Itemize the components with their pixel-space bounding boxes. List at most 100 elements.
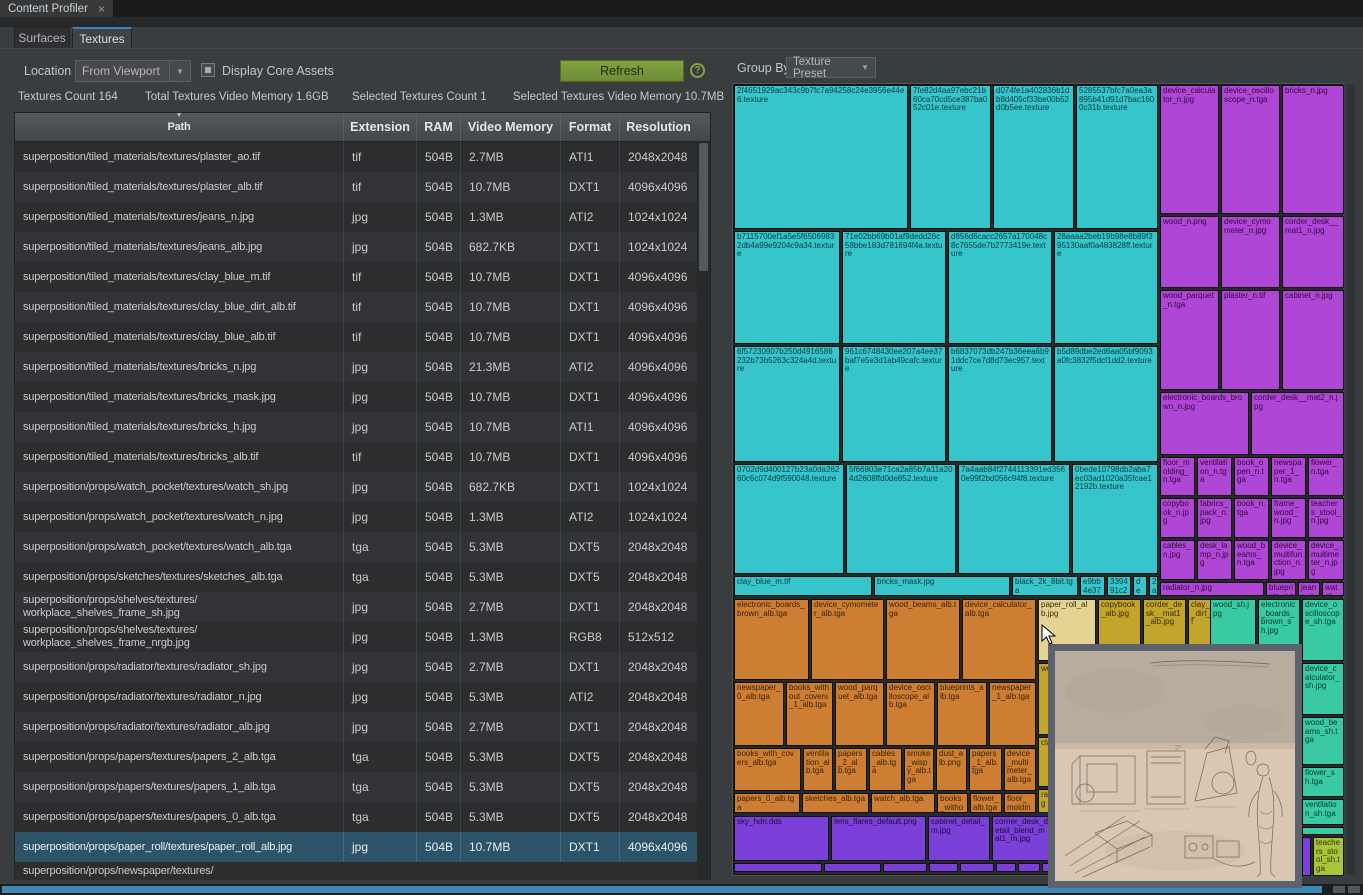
treemap-cell[interactable]: device_multifunction_n.jpg <box>1271 540 1306 580</box>
treemap-scroll-strip[interactable] <box>1347 84 1355 875</box>
treemap-cell[interactable]: 2a <box>1149 576 1158 596</box>
treemap-cell[interactable]: desk_lamp_n.jpg <box>1197 540 1232 580</box>
table-row[interactable]: superposition/props/papers/textures/pape… <box>15 772 698 802</box>
treemap-cell[interactable]: teachers_stool_sh.tga <box>1313 837 1344 876</box>
table-row[interactable]: superposition/tiled_materials/textures/b… <box>15 412 698 442</box>
table-row[interactable]: superposition/props/shelves/textures/ wo… <box>15 592 698 622</box>
table-vertical-scrollbar[interactable] <box>697 142 710 880</box>
treemap-cell[interactable]: ventilation_sh.tga <box>1302 799 1344 825</box>
display-core-assets-checkbox[interactable] <box>201 63 215 77</box>
table-row[interactable]: superposition/tiled_materials/textures/j… <box>15 202 698 232</box>
treemap-cell[interactable] <box>929 863 958 872</box>
table-row[interactable]: superposition/props/papers/textures/pape… <box>15 802 698 832</box>
treemap-cell[interactable]: newspaper_1_n.tga <box>1271 457 1306 496</box>
treemap-cell[interactable]: books_without_covers_1_alb.tga <box>786 682 833 746</box>
tab-textures[interactable]: Textures <box>72 27 132 48</box>
column-header-format[interactable]: Format <box>561 113 620 141</box>
treemap-cell[interactable]: device_calculator_alb.tga <box>962 599 1036 680</box>
treemap-cell[interactable]: sketches_alb.tga <box>802 793 869 813</box>
table-row[interactable]: superposition/props/watch_pocket/texture… <box>15 472 698 502</box>
treemap-cell[interactable]: watch_alb.tga <box>871 793 935 813</box>
treemap-cell[interactable]: clay_blue_m.tif <box>734 576 872 596</box>
treemap-cell[interactable]: wood_beams_alb.tga <box>886 599 960 680</box>
treemap-cell[interactable]: corder_desk__mat1_alb.jpg <box>1143 599 1186 645</box>
treemap-cell[interactable]: 7a4aab84f2744113391ed3560e99f2bd056c94f8… <box>958 464 1070 574</box>
treemap-cell[interactable]: flower_n.tga <box>1308 457 1344 496</box>
table-row[interactable]: superposition/tiled_materials/textures/b… <box>15 442 698 472</box>
treemap-cell[interactable] <box>734 863 822 872</box>
treemap-cell[interactable]: 5285537bfc7a0ea3a895b41d91d7bac1600c31b.… <box>1076 85 1158 229</box>
treemap-cell[interactable]: fabrics_pack_n.jpg <box>1197 498 1232 538</box>
table-row[interactable]: superposition/props/watch_pocket/texture… <box>15 532 698 562</box>
treemap-cell[interactable]: wood_beams_sh.tga <box>1302 717 1344 765</box>
treemap-cell[interactable]: 339491c2580a <box>1107 576 1131 596</box>
treemap-cell[interactable]: corder_desk__mat2_n.jpg <box>1251 392 1344 455</box>
group-by-dropdown[interactable]: Texture Preset ▼ <box>786 57 876 78</box>
treemap-cell[interactable]: device_oscilloscope_n.tga <box>1221 85 1280 214</box>
table-row[interactable]: superposition/tiled_materials/textures/p… <box>15 142 698 172</box>
column-header-extension[interactable]: Extension <box>344 113 417 141</box>
treemap-cell[interactable]: d856d6cacc2657a170048c8c7655de7b2773419e… <box>948 231 1052 344</box>
table-row[interactable]: superposition/props/shelves/textures/ wo… <box>15 622 698 652</box>
treemap-cell[interactable]: dust_alb.png <box>936 748 967 791</box>
treemap-cell[interactable]: cables_n.jpg <box>1160 540 1195 580</box>
treemap-cell[interactable]: book_open_n.tga <box>1234 457 1269 496</box>
treemap-cell[interactable]: floor_molding_alb.tga <box>1004 793 1036 813</box>
treemap-cell[interactable]: corner_desk_detail_blend_mat1_m.jpg <box>992 816 1052 861</box>
treemap-cell[interactable] <box>1018 863 1040 872</box>
table-row[interactable]: superposition/props/radiator/textures/ra… <box>15 682 698 712</box>
treemap-cell[interactable]: cables_alb.tga <box>869 748 902 791</box>
treemap-cell[interactable]: 0bede10798db2aba7ec03ad1020a35fcae12192b… <box>1072 464 1158 574</box>
treemap-cell[interactable]: 961c6748430ee207a4ee37baf7e5e3d1ab49cafc… <box>842 346 946 462</box>
treemap-cell[interactable]: copybook_n.jpg <box>1160 498 1195 538</box>
tab-surfaces[interactable]: Surfaces <box>14 27 70 48</box>
table-row[interactable]: superposition/tiled_materials/textures/c… <box>15 292 698 322</box>
treemap-cell[interactable]: b5d89dbe2ed6aa05bf9093a0fc3832f5dcf1dd2.… <box>1054 346 1158 462</box>
treemap-cell[interactable]: device_cymometer_n.jpg <box>1221 216 1280 288</box>
treemap-cell[interactable]: flower_alb.tga <box>970 793 1002 813</box>
treemap-cell[interactable]: d074fe1a402836b1db8d405cf33be00b52d0b5ee… <box>993 85 1074 229</box>
treemap-cell[interactable] <box>883 863 927 872</box>
treemap-cell[interactable]: device_multimeter_alb.tga <box>1004 748 1036 791</box>
treemap-cell[interactable]: wood_n.png <box>1160 216 1219 288</box>
table-row[interactable]: superposition/props/radiator/textures/ra… <box>15 712 698 742</box>
treemap-cell[interactable]: papers_2_alb.tga <box>835 748 867 791</box>
treemap-cell[interactable] <box>1302 837 1311 876</box>
treemap-cell[interactable]: papers_1_alb.tga <box>969 748 1002 791</box>
treemap-cell[interactable]: b6837073db247b36eea6b91ddc7ce7d8d73ec957… <box>948 346 1052 462</box>
treemap-cell[interactable]: bricks_mask.jpg <box>874 576 1010 596</box>
treemap-cell[interactable]: flower_sh.tga <box>1302 767 1344 797</box>
table-row[interactable]: superposition/tiled_materials/textures/c… <box>15 322 698 352</box>
treemap-cell[interactable]: sky_hdri.dds <box>734 816 829 861</box>
scrollbar-button[interactable] <box>1348 886 1360 893</box>
treemap-cell[interactable]: blueprints_alb.tga <box>937 682 987 746</box>
treemap-cell[interactable]: 28aaaa2beb19b98e8b89f395130aaf0a483828ff… <box>1054 231 1158 344</box>
treemap-cell[interactable]: 6f57230907b250d4916586232b73b5263c324a4d… <box>734 346 840 462</box>
treemap-cell[interactable]: device_oscilloscope_sh.tga <box>1302 599 1344 661</box>
treemap-cell[interactable]: ventilation_n.tga <box>1197 457 1232 496</box>
treemap-cell[interactable]: books_without_cov <box>937 793 968 813</box>
column-header-resolution[interactable]: Resolution <box>620 113 697 141</box>
column-header-ram[interactable]: RAM <box>417 113 461 141</box>
location-dropdown[interactable]: From Viewport ▼ <box>75 60 191 82</box>
column-header-path[interactable]: ▼ Path <box>15 113 344 141</box>
treemap-cell[interactable]: wood_parquet_n.tga <box>1160 290 1219 390</box>
treemap-cell[interactable]: cabinet_n.jpg <box>1282 290 1344 390</box>
treemap-cell[interactable] <box>824 863 881 872</box>
treemap-cell[interactable]: teachers_stool_n.jpg <box>1308 498 1344 538</box>
scrollbar-thumb[interactable] <box>699 143 708 271</box>
treemap-cell[interactable]: black_2k_8bit.tga <box>1012 576 1078 596</box>
treemap-cell[interactable]: electronic_boards_brown_alb.tga <box>734 599 809 680</box>
treemap-cell[interactable]: book_n.tga <box>1234 498 1269 538</box>
treemap-cell[interactable]: watch_n.jpg <box>1322 582 1344 596</box>
table-row-partial[interactable]: superposition/props/newspaper/textures/ <box>15 862 698 880</box>
treemap-cell[interactable]: device_oscilloscope_alb.tga <box>886 682 935 746</box>
treemap-cell[interactable]: frame_wood_n.jpg <box>1271 498 1306 538</box>
table-row[interactable]: superposition/tiled_materials/textures/b… <box>15 382 698 412</box>
treemap-cell[interactable]: cabinet_detail_m.jpg <box>928 816 990 861</box>
treemap-cell[interactable]: wood_beams_n.tga <box>1234 540 1269 580</box>
treemap-cell[interactable]: b7115700ef1a5e5f65069832db4a99e9204c9a34… <box>734 231 840 344</box>
treemap-cell[interactable]: 0702d9d400127b23a0da26260c6c074d9f590048… <box>734 464 844 574</box>
treemap-cell[interactable]: 2f4651929ac343c9b7fc7a94258c24e3956e44e6… <box>734 85 908 229</box>
treemap-cell[interactable] <box>1302 827 1344 835</box>
